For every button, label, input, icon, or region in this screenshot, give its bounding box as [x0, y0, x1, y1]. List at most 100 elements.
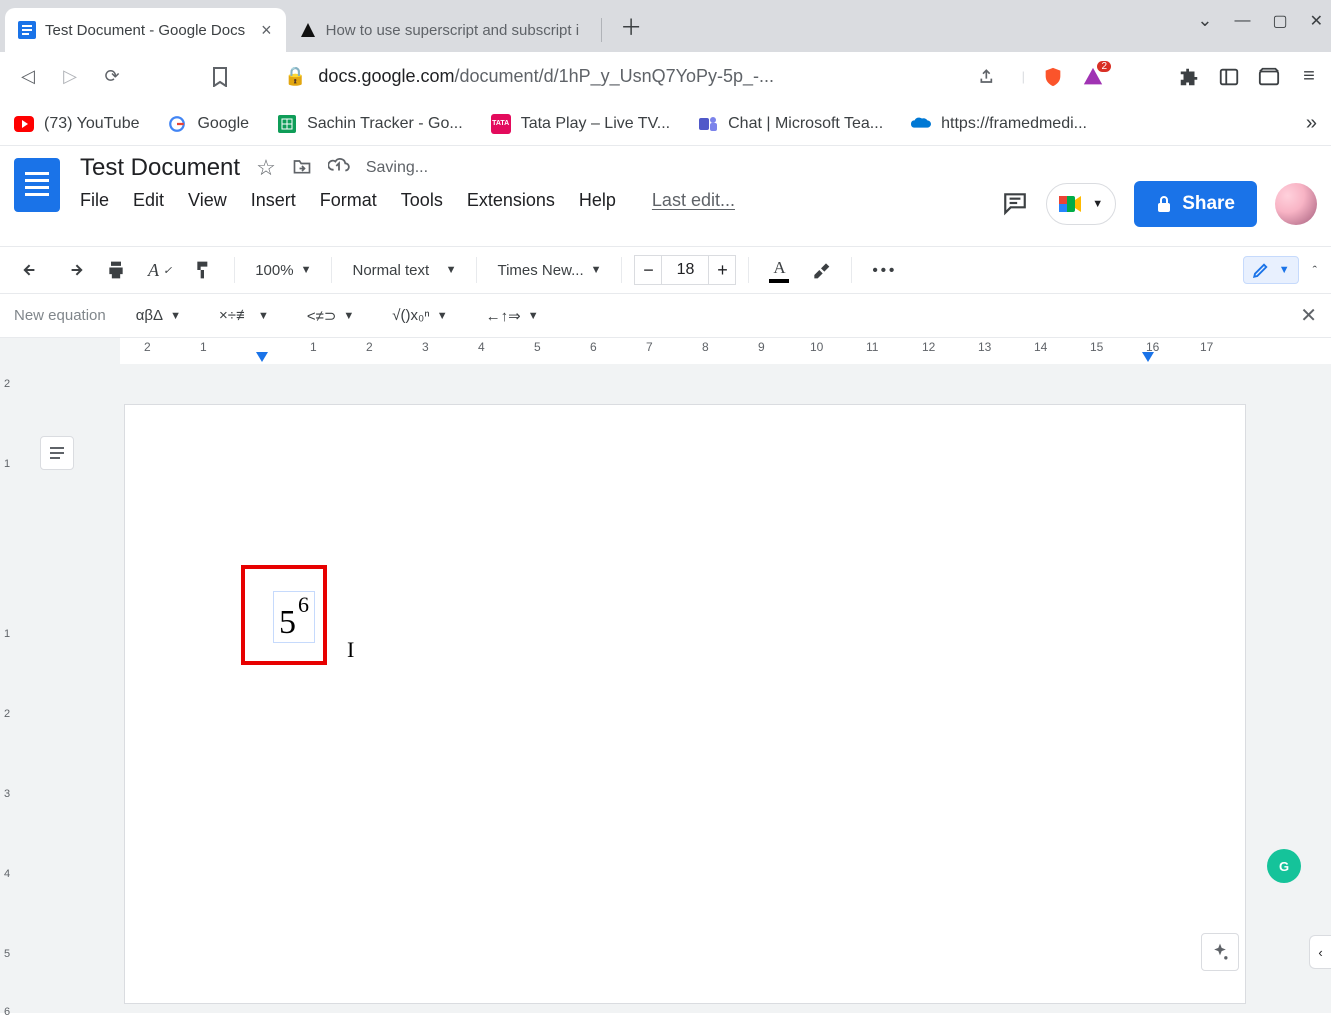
tab-search-icon[interactable]: ⌄	[1197, 10, 1212, 31]
menu-extensions[interactable]: Extensions	[467, 190, 555, 211]
minimize-icon[interactable]: —	[1234, 12, 1250, 30]
document-title[interactable]: Test Document	[80, 154, 240, 182]
menu-help[interactable]: Help	[579, 190, 616, 211]
print-button[interactable]	[98, 256, 134, 284]
bookmark-sheets[interactable]: Sachin Tracker - Go...	[277, 114, 463, 134]
side-panel-toggle[interactable]: ‹	[1309, 935, 1331, 969]
eq-greek-dropdown[interactable]: αβΔ▼	[128, 303, 189, 328]
docs-logo-icon[interactable]	[14, 158, 60, 212]
close-tab-icon[interactable]: ×	[261, 20, 272, 41]
font-size-increase[interactable]: +	[708, 255, 736, 285]
paint-format-button[interactable]	[186, 256, 222, 284]
bookmark-youtube[interactable]: (73) YouTube	[14, 114, 139, 134]
extensions-icon[interactable]	[1177, 65, 1201, 89]
bookmark-google[interactable]: Google	[167, 114, 249, 134]
cloud-sync-icon[interactable]	[328, 155, 350, 181]
brave-shields-icon[interactable]	[1041, 65, 1065, 89]
grammarly-icon[interactable]: G	[1267, 849, 1301, 883]
chevron-down-icon: ▼	[1279, 264, 1290, 276]
font-size-decrease[interactable]: −	[634, 255, 662, 285]
undo-button[interactable]	[14, 258, 50, 282]
redo-button[interactable]	[56, 258, 92, 282]
paragraph-style-dropdown[interactable]: Normal text▼	[344, 258, 464, 283]
address-bar[interactable]: 🔒 docs.google.com/document/d/1hP_y_UsnQ7…	[284, 66, 774, 87]
text-caret-icon: I	[347, 637, 354, 663]
move-icon[interactable]	[292, 155, 312, 181]
menu-edit[interactable]: Edit	[133, 190, 164, 211]
explore-button[interactable]	[1201, 933, 1239, 971]
menu-insert[interactable]: Insert	[251, 190, 296, 211]
left-indent-marker[interactable]	[256, 352, 268, 362]
maximize-icon[interactable]: ▢	[1272, 11, 1287, 31]
bookmark-onedrive[interactable]: https://framedmedi...	[911, 114, 1087, 134]
equation-exponent: 6	[298, 592, 309, 618]
more-toolbar-button[interactable]: •••	[864, 258, 905, 283]
brave-rewards-icon[interactable]: 2	[1081, 65, 1105, 89]
google-icon	[167, 114, 187, 134]
bookmark-page-icon[interactable]	[202, 59, 238, 95]
eq-math-dropdown[interactable]: √()x₀ⁿ▼	[384, 303, 455, 328]
sidebar-toggle-icon[interactable]	[1217, 65, 1241, 89]
account-avatar[interactable]	[1275, 183, 1317, 225]
spellcheck-button[interactable]: A✓	[140, 256, 180, 285]
comments-icon[interactable]	[1002, 190, 1028, 219]
lock-icon	[1156, 195, 1172, 213]
bookmark-label: https://framedmedi...	[941, 115, 1087, 133]
meet-button[interactable]: ▼	[1046, 183, 1116, 225]
tataplay-icon: TATA	[491, 114, 511, 134]
document-outline-button[interactable]	[40, 436, 74, 470]
menu-file[interactable]: File	[80, 190, 109, 211]
last-edit-link[interactable]: Last edit...	[652, 190, 735, 211]
right-indent-marker[interactable]	[1142, 352, 1154, 362]
close-equation-bar[interactable]: ✕	[1300, 303, 1317, 328]
bookmark-tataplay[interactable]: TATA Tata Play – Live TV...	[491, 114, 670, 134]
vertical-ruler[interactable]: 2 1 1 2 3 4 5 6	[0, 364, 22, 1013]
meet-icon	[1059, 194, 1083, 214]
browser-menu-icon[interactable]: ≡	[1297, 65, 1321, 89]
browser-tab-inactive[interactable]: How to use superscript and subscript i	[286, 8, 593, 52]
nav-reload-button[interactable]: ⟳	[94, 59, 130, 95]
address-bar-row: ◁ ▷ ⟳ 🔒 docs.google.com/document/d/1hP_y…	[0, 52, 1331, 102]
menu-format[interactable]: Format	[320, 190, 377, 211]
star-icon[interactable]: ☆	[256, 155, 276, 181]
equation-object[interactable]: 5 6	[273, 591, 315, 643]
youtube-icon	[14, 114, 34, 134]
document-page[interactable]: 5 6 I	[124, 404, 1246, 1004]
document-scroll-area[interactable]: 2 1 1 2 3 4 5 6 5 6 I	[0, 364, 1331, 1013]
zoom-dropdown[interactable]: 100%▼	[247, 258, 319, 283]
toolbar: A✓ 100%▼ Normal text▼ Times New...▼ − 18…	[0, 246, 1331, 294]
window-controls: ⌄ — ▢ ✕	[1197, 10, 1323, 31]
share-url-icon[interactable]	[970, 59, 1006, 95]
bookmarks-overflow-button[interactable]: »	[1306, 112, 1317, 135]
editing-mode-dropdown[interactable]: ▼	[1243, 256, 1299, 284]
equation-base: 5	[279, 604, 296, 642]
menu-bar: File Edit View Insert Format Tools Exten…	[80, 190, 735, 211]
sheets-icon	[277, 114, 297, 134]
eq-arrows-dropdown[interactable]: ←↑⇒▼	[478, 303, 547, 329]
collapse-toolbar-button[interactable]: ˆ	[1313, 263, 1317, 278]
horizontal-ruler[interactable]: 2 1 1 2 3 4 5 6 7 8 9 10 11 12 13 14 15 …	[120, 338, 1331, 364]
font-family-dropdown[interactable]: Times New...▼	[489, 258, 609, 283]
browser-tab-active[interactable]: Test Document - Google Docs ×	[5, 8, 286, 52]
chevron-down-icon: ▼	[1092, 198, 1103, 210]
highlight-color-button[interactable]	[803, 256, 839, 284]
new-tab-button[interactable]: ＋	[620, 10, 642, 42]
menu-view[interactable]: View	[188, 190, 227, 211]
bookmark-label: (73) YouTube	[44, 115, 139, 133]
new-equation-label[interactable]: New equation	[14, 307, 106, 324]
font-size-value[interactable]: 18	[662, 255, 708, 285]
nav-forward-button[interactable]: ▷	[52, 59, 88, 95]
eq-relations-dropdown[interactable]: <≠⊃▼	[299, 303, 362, 329]
teams-icon	[698, 114, 718, 134]
browser-tab-strip: Test Document - Google Docs × How to use…	[0, 0, 1331, 52]
url-path: /document/d/1hP_y_UsnQ7YoPy-5p_-...	[455, 66, 775, 86]
menu-tools[interactable]: Tools	[401, 190, 443, 211]
wallet-icon[interactable]	[1257, 65, 1281, 89]
close-window-icon[interactable]: ✕	[1310, 11, 1323, 31]
bookmark-teams[interactable]: Chat | Microsoft Tea...	[698, 114, 883, 134]
eq-operators-dropdown[interactable]: ×÷≢▼	[211, 303, 277, 328]
nav-back-button[interactable]: ◁	[10, 59, 46, 95]
highlight-annotation: 5 6	[241, 565, 327, 665]
share-button[interactable]: Share	[1134, 181, 1257, 227]
text-color-button[interactable]: A	[761, 254, 797, 287]
